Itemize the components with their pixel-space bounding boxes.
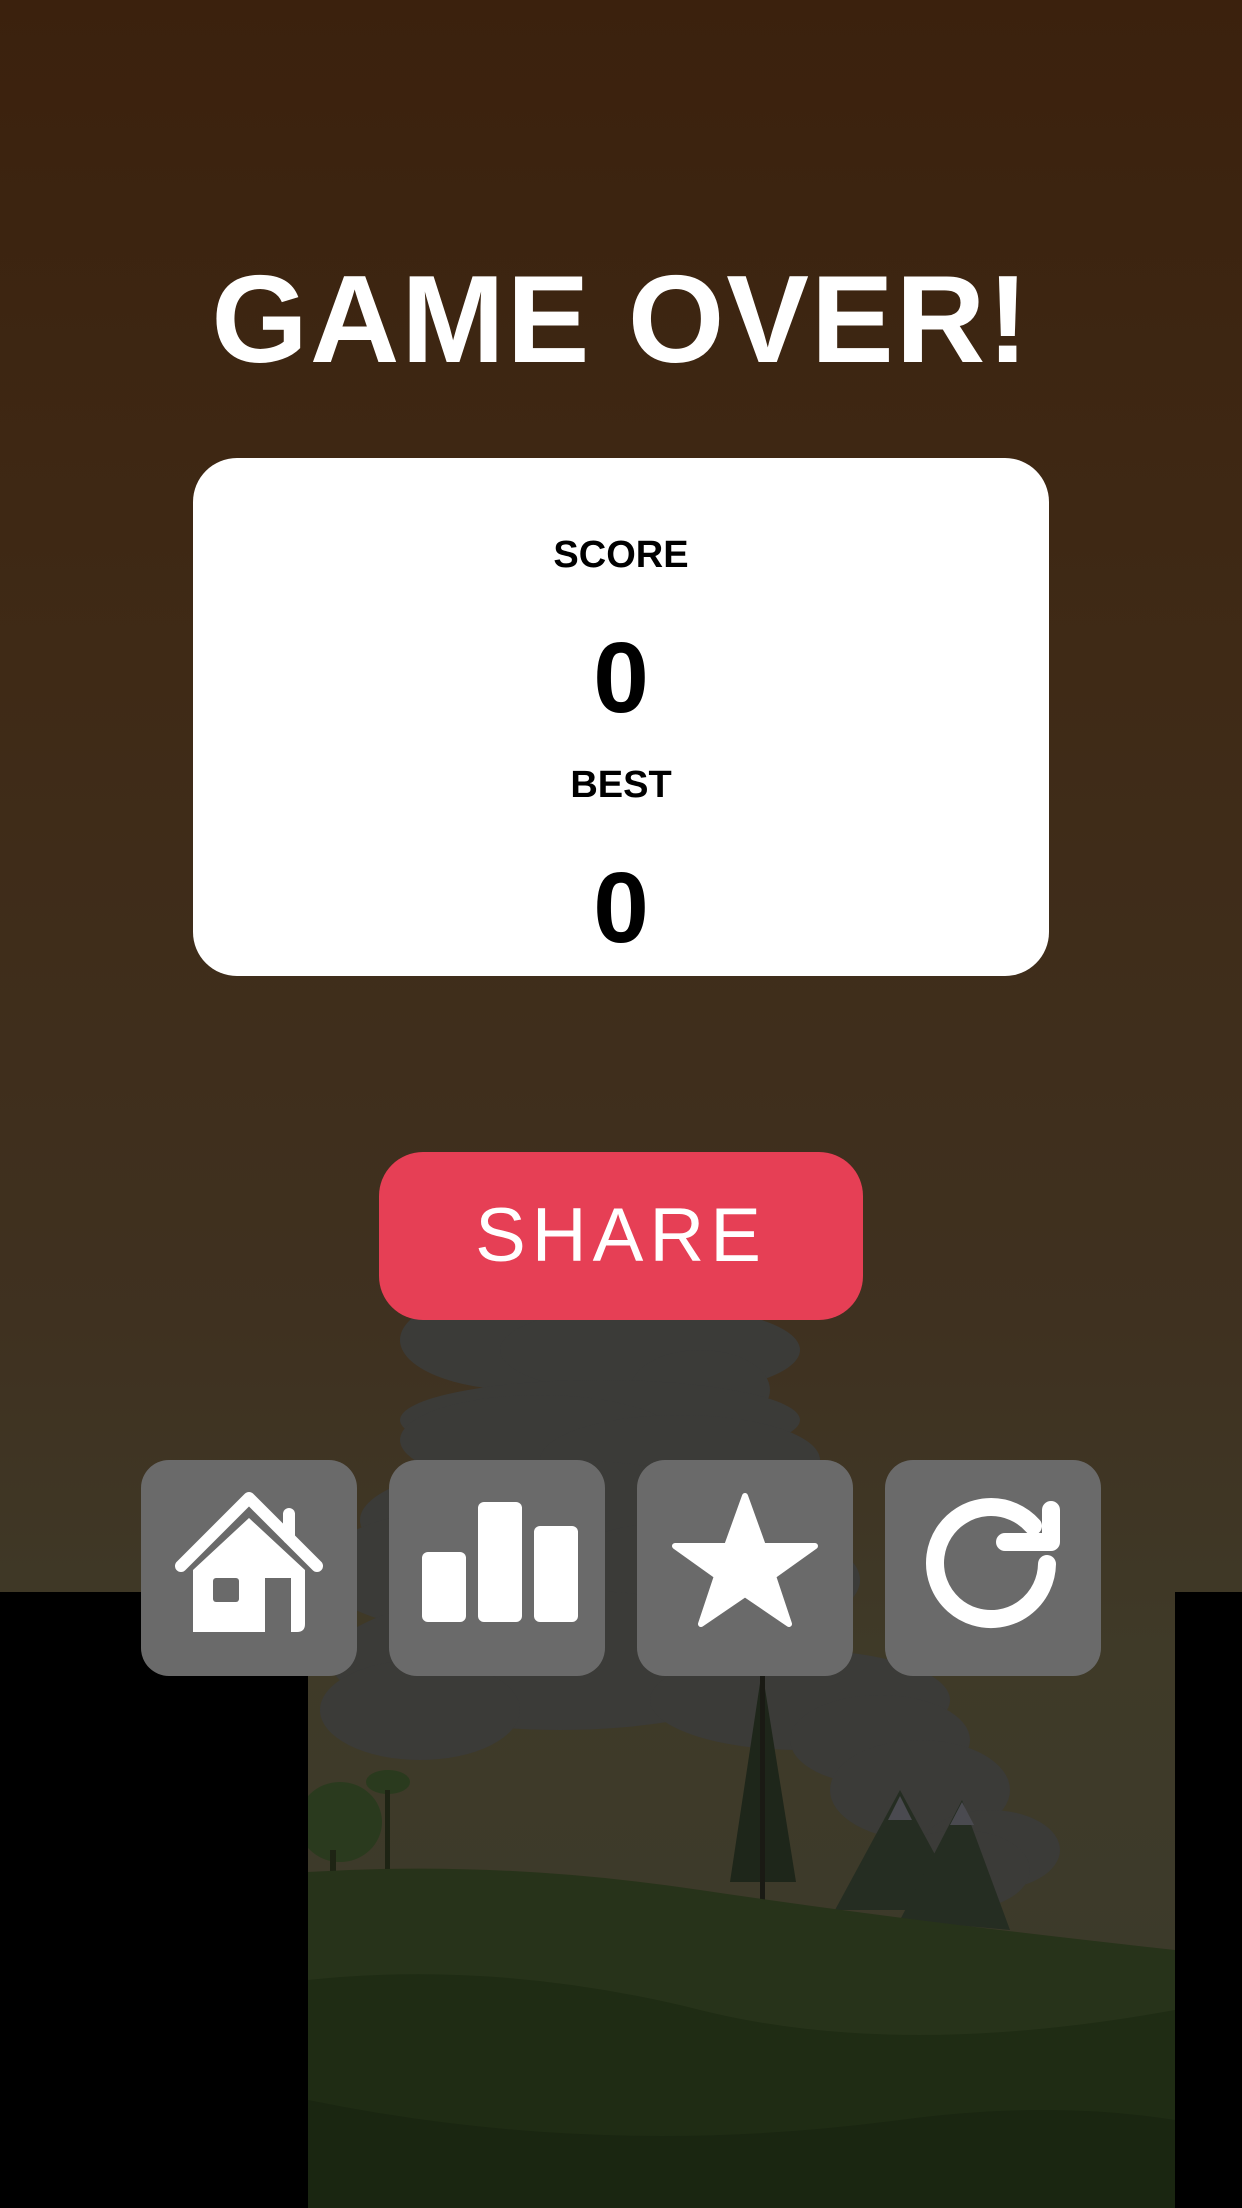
score-card: SCORE 0 BEST 0 [193, 458, 1049, 976]
star-icon [672, 1493, 818, 1627]
restart-icon [926, 1498, 1060, 1629]
rate-button[interactable] [637, 1460, 853, 1676]
letterbox-left [0, 1592, 308, 2208]
best-label: BEST [570, 764, 672, 806]
letterbox-right [1175, 1592, 1242, 2208]
leaderboard-button[interactable] [389, 1460, 605, 1676]
game-over-title: GAME OVER! [211, 251, 1031, 389]
leaderboard-icon [422, 1502, 578, 1622]
best-value: 0 [593, 852, 649, 964]
score-value: 0 [593, 622, 649, 734]
share-button[interactable]: SHARE [379, 1152, 863, 1320]
restart-button[interactable] [885, 1460, 1101, 1676]
score-label: SCORE [553, 534, 689, 576]
home-icon [175, 1492, 323, 1632]
home-button[interactable] [141, 1460, 357, 1676]
